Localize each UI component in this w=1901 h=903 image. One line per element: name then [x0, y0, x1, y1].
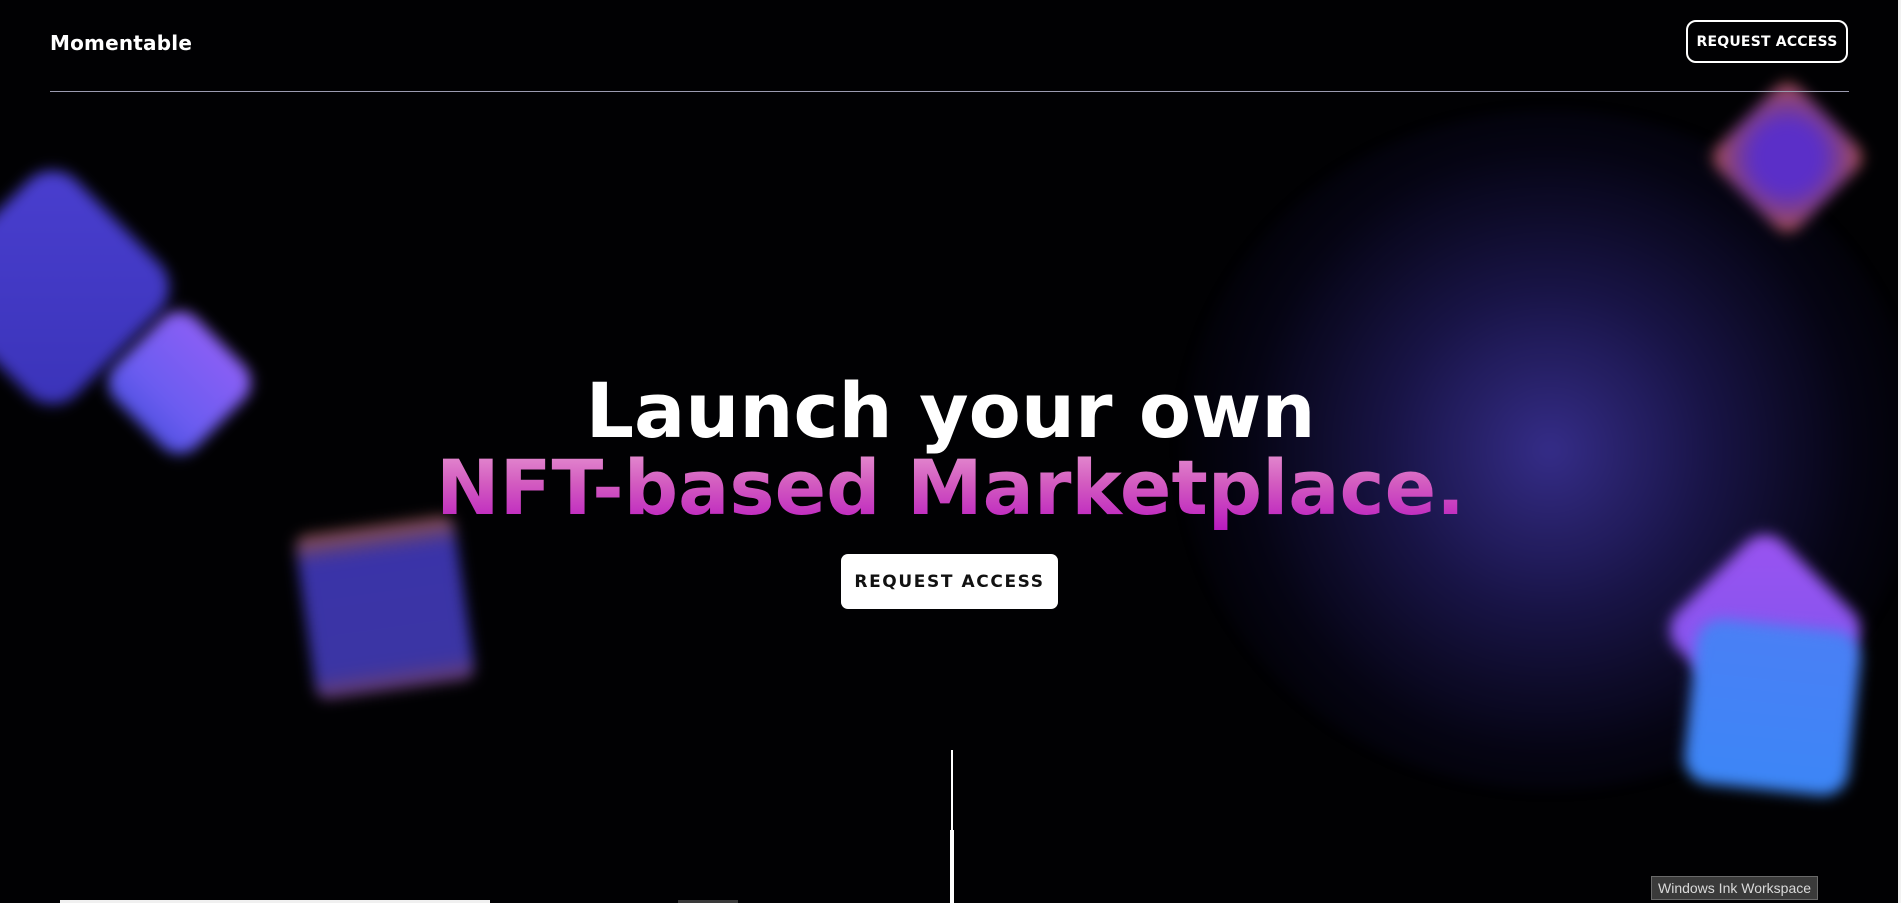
hero-request-access-button[interactable]: REQUEST ACCESS [841, 554, 1058, 609]
hero-title-line2: NFT-based Marketplace. [0, 443, 1901, 533]
scroll-indicator-thumb [950, 830, 954, 903]
hero-title-highlight: NFT-based Marketplace. [435, 443, 1466, 532]
landing-page: Momentable REQUEST ACCESS Launch your ow… [0, 0, 1901, 903]
header-divider [50, 91, 1849, 92]
header-request-access-button[interactable]: REQUEST ACCESS [1686, 20, 1848, 63]
brand-logo[interactable]: Momentable [50, 31, 192, 55]
system-tooltip: Windows Ink Workspace [1651, 876, 1819, 900]
decorative-square-shape [1681, 616, 1864, 799]
decorative-square-shape [294, 514, 476, 701]
